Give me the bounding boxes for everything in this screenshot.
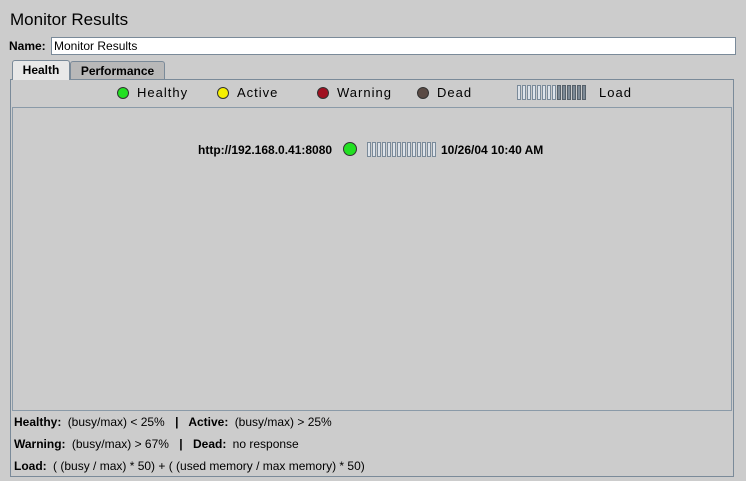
name-label: Name: [9, 39, 46, 53]
page-title: Monitor Results [10, 10, 129, 29]
footer-separator: | [175, 415, 179, 429]
legend-load: Load [517, 85, 632, 100]
load-segment [432, 142, 436, 157]
footer-warning-label: Warning: [14, 437, 66, 451]
legend-healthy: Healthy [117, 85, 188, 100]
load-segment [397, 142, 401, 157]
footer-load-label: Load: [14, 459, 47, 473]
legend-healthy-label: Healthy [137, 85, 189, 100]
name-row: Name: [9, 37, 736, 55]
legend-warning-label: Warning [337, 85, 392, 100]
footer-dead-rule: no response [232, 437, 299, 451]
server-url: http://192.168.0.41:8080 [198, 143, 333, 157]
tab-health[interactable]: Health [12, 60, 70, 80]
active-status-icon [217, 86, 229, 99]
load-segment [402, 142, 406, 157]
load-segment [377, 142, 381, 157]
footer-line-2: Warning: (busy/max) > 67% | Dead: no res… [14, 437, 299, 451]
legend-active-label: Active [237, 85, 279, 100]
footer-load-rule: ( (busy / max) * 50) + ( (used memory / … [53, 459, 365, 473]
load-segment [417, 142, 421, 157]
legend: Healthy Active Warning Dead Load [0, 85, 746, 103]
footer-healthy-label: Healthy: [14, 415, 62, 429]
tab-performance[interactable]: Performance [70, 61, 165, 79]
server-row: http://192.168.0.41:8080 10/26/04 10:40 … [0, 142, 746, 158]
load-segment [392, 142, 396, 157]
footer-line-3: Load: ( (busy / max) * 50) + ( (used mem… [14, 459, 365, 473]
load-segment [372, 142, 376, 157]
footer-warning-rule: (busy/max) > 67% [71, 437, 169, 451]
legend-dead: Dead [417, 85, 472, 100]
footer-active-label: Active: [188, 415, 229, 429]
load-segment [407, 142, 411, 157]
server-timestamp: 10/26/04 10:40 AM [441, 143, 544, 157]
load-segment [367, 142, 371, 157]
footer-line-1: Healthy: (busy/max) < 25% | Active: (bus… [14, 415, 332, 429]
healthy-status-icon [117, 86, 129, 99]
load-segment [382, 142, 386, 157]
legend-warning: Warning [317, 85, 392, 100]
load-segment [412, 142, 416, 157]
warning-status-icon [317, 86, 329, 99]
footer-dead-label: Dead: [192, 437, 227, 451]
load-segment [387, 142, 391, 157]
footer-active-rule: (busy/max) > 25% [234, 415, 332, 429]
server-load-bar [367, 142, 437, 157]
dead-status-icon [417, 86, 429, 99]
load-segment [427, 142, 431, 157]
name-field[interactable] [51, 37, 736, 55]
healthy-status-icon [343, 142, 357, 156]
footer-separator: | [179, 437, 183, 451]
legend-dead-label: Dead [437, 85, 473, 100]
legend-load-label: Load [599, 85, 632, 100]
load-segment [422, 142, 426, 157]
footer-healthy-rule: (busy/max) < 25% [67, 415, 165, 429]
load-scale-icon [517, 85, 587, 100]
legend-active: Active [217, 85, 278, 100]
